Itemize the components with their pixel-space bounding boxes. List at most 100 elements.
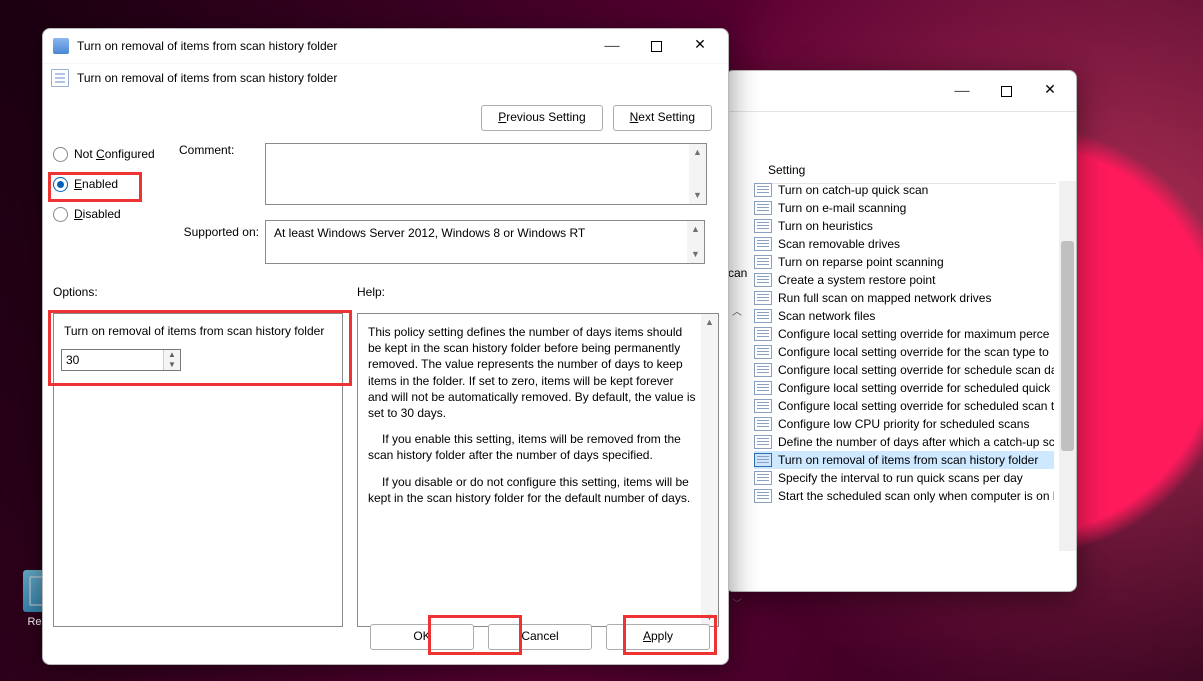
policy-item-icon [754,381,772,395]
bg-setting-label: Define the number of days after which a … [778,433,1054,451]
bg-setting-item[interactable]: Turn on catch-up quick scan [754,181,1054,199]
bg-setting-label: Scan removable drives [778,235,900,253]
policy-subtitle: Turn on removal of items from scan histo… [77,71,337,85]
bg-setting-item[interactable]: Start the scheduled scan only when compu… [754,487,1054,505]
policy-minimize-button[interactable]: — [590,31,634,61]
bg-close-button[interactable]: ✕ [1028,76,1072,106]
supported-on-field: At least Windows Server 2012, Windows 8 … [265,220,705,264]
bg-setting-item[interactable]: Configure local setting override for max… [754,325,1054,343]
bg-setting-item[interactable]: Scan network files [754,307,1054,325]
policy-item-icon [754,435,772,449]
policy-item-icon [754,273,772,287]
highlight-apply [623,615,717,655]
highlight-enabled [48,172,142,202]
policy-item-icon [754,471,772,485]
maximize-icon [1001,86,1012,97]
bg-setting-label: Turn on catch-up quick scan [778,181,928,199]
policy-item-icon [754,399,772,413]
background-window: — ✕ can ︿ ﹀ Setting Turn on catch-up qui… [725,70,1077,592]
comment-scrollbar[interactable]: ▲▼ [689,144,706,204]
bg-setting-item[interactable]: Scan removable drives [754,235,1054,253]
bg-setting-label: Configure local setting override for sch… [778,361,1054,379]
bg-setting-label: Configure local setting override for sch… [778,379,1050,397]
scroll-up-icon: ▲ [701,314,718,331]
bg-setting-item[interactable]: Configure low CPU priority for scheduled… [754,415,1054,433]
bg-setting-label: Configure local setting override for max… [778,325,1049,343]
policy-maximize-button[interactable] [634,31,678,61]
policy-close-button[interactable]: ✕ [678,31,722,61]
supported-on-label: Supported on: [179,225,259,239]
bg-minimize-button[interactable]: — [940,76,984,106]
policy-item-icon [754,219,772,233]
bg-setting-item[interactable]: Configure local setting override for the… [754,343,1054,361]
bg-setting-label: Turn on e-mail scanning [778,199,906,217]
previous-setting-button[interactable]: Previous Setting [481,105,602,131]
scroll-up-icon: ▲ [687,221,704,238]
policy-dialog: Turn on removal of items from scan histo… [42,28,729,665]
options-label: Options: [53,285,98,299]
bg-setting-label: Create a system restore point [778,271,935,289]
maximize-icon [651,41,662,52]
radio-not-configured[interactable]: Not Configured [53,143,173,165]
bg-maximize-button[interactable] [984,76,1028,106]
bg-scroll-down[interactable]: ﹀ [726,594,748,616]
scroll-down-icon: ▼ [687,246,704,263]
policy-item-icon [754,237,772,251]
policy-item-icon [754,201,772,215]
bg-setting-item[interactable]: Specify the interval to run quick scans … [754,469,1054,487]
scroll-up-icon: ▲ [689,144,706,161]
bg-setting-item[interactable]: Configure local setting override for sch… [754,361,1054,379]
bg-setting-item[interactable]: Configure local setting override for sch… [754,397,1054,415]
policy-item-icon [754,345,772,359]
policy-window-title: Turn on removal of items from scan histo… [77,39,337,53]
bg-setting-item[interactable]: Define the number of days after which a … [754,433,1054,451]
close-icon: ✕ [1044,84,1056,98]
help-scrollbar[interactable]: ▲▼ [701,314,718,626]
bg-scrollbar-thumb[interactable] [1061,241,1074,451]
bg-setting-item[interactable]: Turn on removal of items from scan histo… [754,451,1054,469]
policy-doc-icon [51,69,69,87]
bg-setting-item[interactable]: Turn on reparse point scanning [754,253,1054,271]
bg-setting-label: Start the scheduled scan only when compu… [778,487,1054,505]
bg-setting-item[interactable]: Configure local setting override for sch… [754,379,1054,397]
background-titlebar: — ✕ [726,71,1076,112]
bg-setting-label: Configure local setting override for the… [778,343,1049,361]
policy-item-icon [754,291,772,305]
bg-setting-label: Specify the interval to run quick scans … [778,469,1023,487]
policy-item-icon [754,417,772,431]
scroll-down-icon: ▼ [689,187,706,204]
bg-settings-list: Turn on catch-up quick scanTurn on e-mai… [754,181,1054,551]
help-paragraph-3: If you disable or do not configure this … [368,474,696,506]
bg-setting-item[interactable]: Create a system restore point [754,271,1054,289]
policy-item-icon [754,489,772,503]
bg-setting-label: Configure low CPU priority for scheduled… [778,415,1029,433]
bg-scrollbar[interactable] [1059,181,1076,551]
radio-disabled[interactable]: Disabled [53,203,173,225]
help-paragraph-2: If you enable this setting, items will b… [368,431,696,463]
bg-setting-label: Turn on removal of items from scan histo… [778,451,1038,469]
highlight-options [48,310,352,386]
bg-setting-label: Scan network files [778,307,875,325]
comment-label: Comment: [179,143,234,157]
help-pane: This policy setting defines the number o… [357,313,719,627]
radio-icon [53,147,68,162]
comment-textarea[interactable]: ▲▼ [265,143,707,205]
highlight-ok [428,615,522,655]
policy-item-icon [754,327,772,341]
supported-scrollbar[interactable]: ▲▼ [687,221,704,263]
bg-column-header-setting[interactable]: Setting [754,155,1056,184]
policy-item-icon [754,255,772,269]
bg-setting-label: Configure local setting override for sch… [778,397,1054,415]
supported-on-value: At least Windows Server 2012, Windows 8 … [274,226,585,240]
bg-setting-item[interactable]: Turn on e-mail scanning [754,199,1054,217]
bg-scroll-up[interactable]: ︿ [726,302,748,324]
help-label: Help: [357,285,385,299]
policy-window-icon [53,38,69,54]
next-setting-button[interactable]: Next Setting [613,105,712,131]
bg-setting-item[interactable]: Turn on heuristics [754,217,1054,235]
bg-setting-label: Turn on reparse point scanning [778,253,944,271]
policy-item-icon [754,183,772,197]
comment-value [266,144,706,152]
radio-icon [53,207,68,222]
bg-setting-item[interactable]: Run full scan on mapped network drives [754,289,1054,307]
